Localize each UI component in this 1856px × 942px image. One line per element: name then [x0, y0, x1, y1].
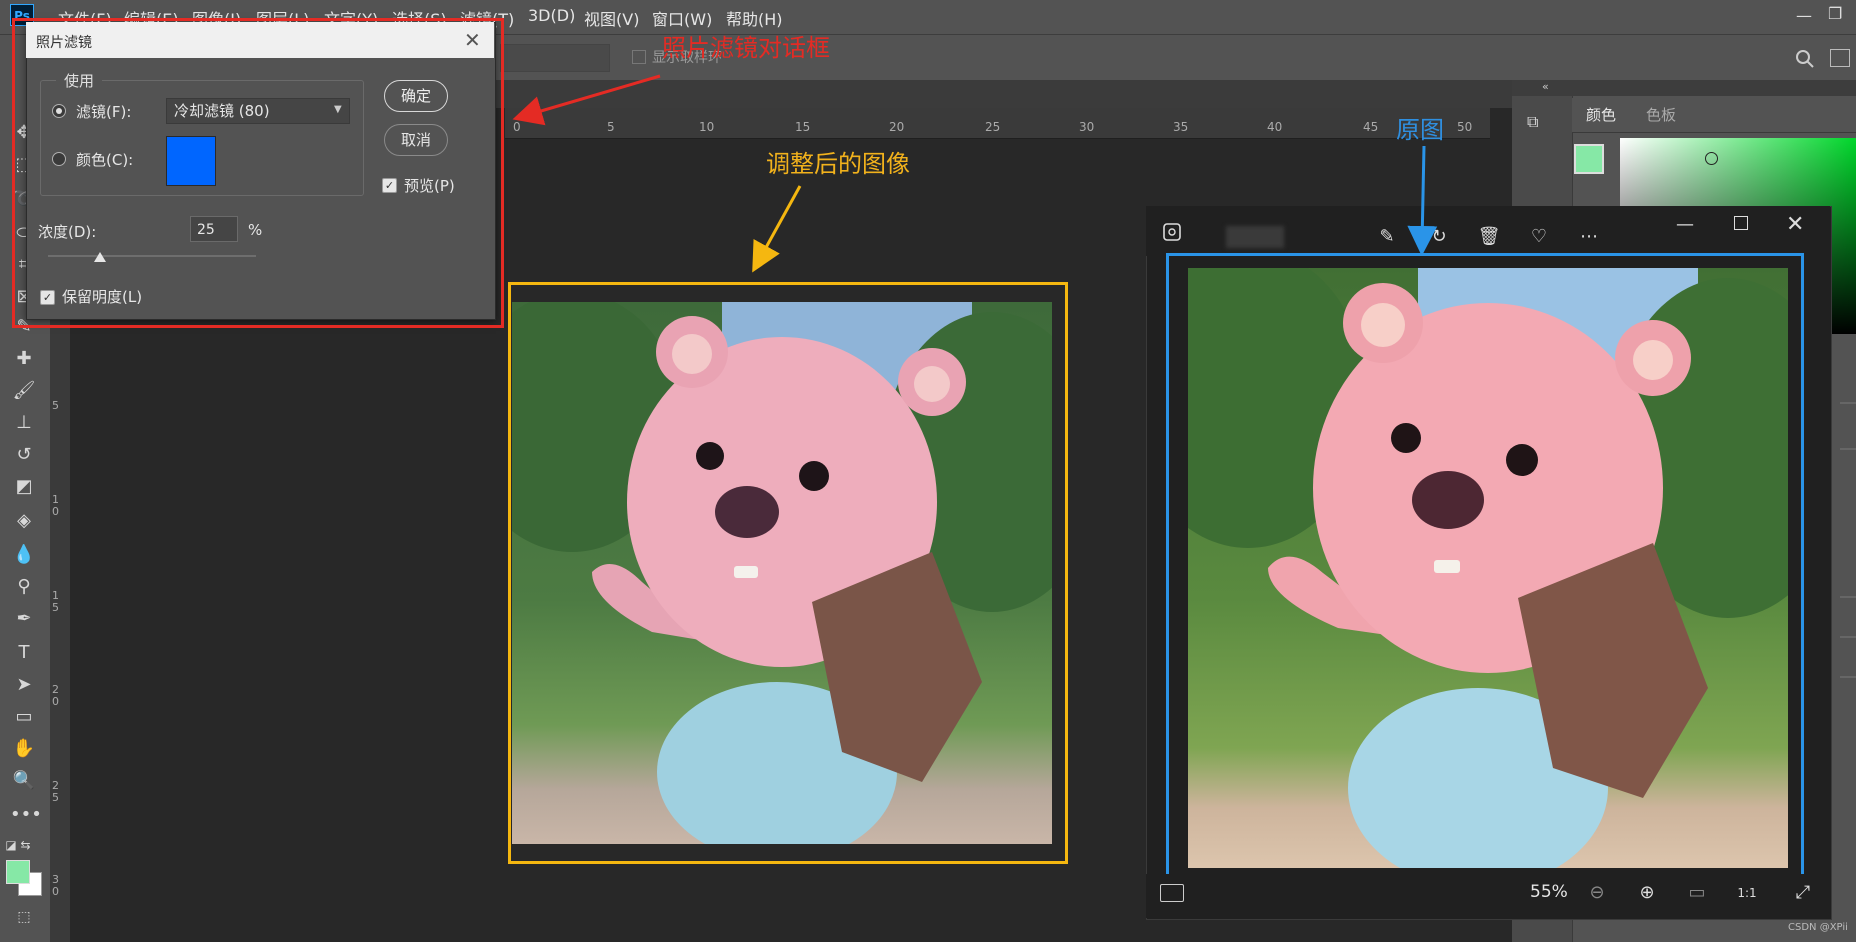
photos-app-icon: [1163, 223, 1181, 241]
annotation-dialog: 照片滤镜对话框: [662, 34, 830, 62]
adjusted-arrow: [752, 185, 802, 273]
type-tool-icon[interactable]: T: [10, 640, 38, 666]
stamp-tool-icon[interactable]: ⊥: [10, 410, 38, 436]
viewer-status-bar: [1146, 874, 1830, 918]
workspace-icon[interactable]: [1830, 49, 1850, 67]
history-brush-tool-icon[interactable]: ↺: [10, 442, 38, 468]
annotation-original: 原图: [1396, 116, 1444, 144]
panel-header-strip: [1512, 80, 1856, 96]
viewer-close-icon[interactable]: ✕: [1786, 212, 1804, 237]
panel-divider: [1572, 132, 1856, 133]
ruler-tick: 20: [889, 120, 905, 134]
menu-window[interactable]: 窗口(W): [652, 6, 712, 30]
app-restore-icon[interactable]: ❐: [1828, 4, 1842, 23]
annotation-adjusted: 调整后的图像: [766, 150, 910, 178]
hand-tool-icon[interactable]: ✋: [10, 736, 38, 762]
ruler-tick: 45: [1363, 120, 1379, 134]
filmstrip-icon[interactable]: [1160, 884, 1184, 902]
watermark: CSDN @XPii: [1788, 922, 1848, 933]
viewer-file-name: [1226, 226, 1284, 248]
favorite-icon[interactable]: ♡: [1526, 224, 1552, 250]
viewer-maximize-icon[interactable]: [1734, 216, 1748, 230]
panel-divider: [1840, 636, 1856, 638]
app-minimize-icon[interactable]: —: [1796, 6, 1812, 25]
panel-divider: [1840, 596, 1856, 598]
panel-divider: [1840, 402, 1856, 404]
horizontal-ruler: 0 5 10 15 20 25 30 35 40 45 50: [505, 108, 1490, 139]
ruler-tick: 3 0: [52, 873, 59, 898]
zoom-tool-icon[interactable]: 🔍: [10, 768, 38, 794]
menu-3d[interactable]: 3D(D): [528, 6, 575, 25]
show-sampling-ring-checkbox[interactable]: [632, 50, 646, 64]
rotate-icon[interactable]: ↻: [1426, 224, 1452, 250]
ruler-tick: 1 5: [52, 589, 59, 614]
adjusted-image-highlight: [508, 282, 1068, 864]
more-icon[interactable]: ⋯: [1576, 224, 1602, 250]
panel-divider: [1840, 448, 1856, 450]
ruler-tick: 15: [795, 120, 811, 134]
actual-size-icon[interactable]: 1:1: [1734, 880, 1760, 906]
quick-mask-icon[interactable]: ⬚: [10, 904, 38, 930]
default-colors-icon[interactable]: ◪ ⇆: [4, 832, 32, 858]
sample-size-select[interactable]: [500, 44, 610, 72]
ruler-tick: 10: [699, 120, 715, 134]
path-select-tool-icon[interactable]: ➤: [10, 672, 38, 698]
zoom-out-icon[interactable]: ⊖: [1584, 880, 1610, 906]
ruler-tick: 40: [1267, 120, 1283, 134]
ruler-tick: 5: [52, 399, 59, 412]
panel-foreground-color[interactable]: [1574, 144, 1604, 174]
fit-icon[interactable]: ▭: [1684, 880, 1710, 906]
eraser-tool-icon[interactable]: ◩: [10, 474, 38, 500]
menu-view[interactable]: 视图(V): [584, 6, 639, 30]
brush-tool-icon[interactable]: 🖌: [10, 378, 38, 404]
blur-tool-icon[interactable]: 💧: [10, 542, 38, 568]
healing-tool-icon[interactable]: ✚: [10, 346, 38, 372]
tab-color[interactable]: 颜色: [1572, 98, 1630, 132]
collapse-panel-icon[interactable]: «: [1542, 80, 1549, 93]
panel-divider: [1840, 676, 1856, 678]
ruler-tick: 35: [1173, 120, 1189, 134]
fullscreen-icon[interactable]: ⤢: [1790, 880, 1816, 906]
pen-tool-icon[interactable]: ✒: [10, 606, 38, 632]
ruler-tick: 1 0: [52, 493, 59, 518]
tab-swatches[interactable]: 色板: [1632, 98, 1690, 132]
zoom-level: 55%: [1530, 882, 1568, 902]
ruler-tick: 2 0: [52, 683, 59, 708]
dodge-tool-icon[interactable]: ⚲: [10, 574, 38, 600]
search-icon[interactable]: [1795, 49, 1815, 69]
bucket-tool-icon[interactable]: ◈: [10, 508, 38, 534]
ruler-tick: 25: [985, 120, 1001, 134]
ruler-tick: 2 5: [52, 779, 59, 804]
more-tools-icon[interactable]: •••: [10, 802, 42, 828]
ruler-tick: 50: [1457, 120, 1473, 134]
zoom-in-icon[interactable]: ⊕: [1634, 880, 1660, 906]
ruler-tick: 0: [513, 120, 521, 134]
color-picker-cursor[interactable]: [1705, 152, 1718, 165]
dialog-highlight: [12, 18, 504, 328]
rectangle-tool-icon[interactable]: ▭: [10, 704, 38, 730]
original-image-highlight: [1166, 253, 1804, 883]
ruler-tick: 5: [607, 120, 615, 134]
delete-icon[interactable]: 🗑: [1476, 224, 1502, 250]
edit-image-icon[interactable]: ✎: [1374, 224, 1400, 250]
3d-panel-icon[interactable]: ⧉: [1527, 112, 1553, 138]
viewer-minimize-icon[interactable]: —: [1676, 214, 1694, 235]
menu-help[interactable]: 帮助(H): [726, 6, 783, 30]
foreground-color-swatch[interactable]: [6, 860, 30, 884]
ruler-tick: 30: [1079, 120, 1095, 134]
